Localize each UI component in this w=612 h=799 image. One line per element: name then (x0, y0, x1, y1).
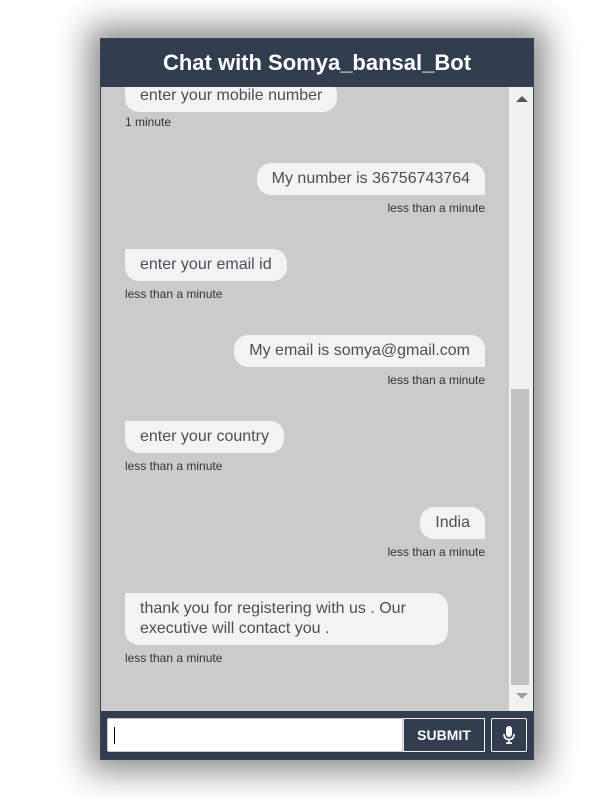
message-timestamp: less than a minute (387, 373, 485, 387)
bot-message: enter your country (125, 421, 284, 453)
text-caret (114, 727, 115, 744)
message-timestamp: less than a minute (125, 459, 223, 473)
user-message: India (420, 507, 485, 539)
message-bubble: enter your mobile number (125, 87, 338, 112)
message-list: enter your mobile number 1 minute My num… (101, 87, 509, 711)
message-input[interactable] (107, 718, 403, 752)
user-message: My email is somya@gmail.com (234, 335, 485, 367)
input-bar: SUBMIT (101, 711, 533, 759)
message-scrollbar[interactable] (509, 87, 533, 711)
message-timestamp: less than a minute (125, 651, 223, 665)
chat-title: Chat with Somya_bansal_Bot (162, 50, 472, 75)
message-bubble: enter your country (125, 421, 284, 453)
message-bubble: My number is 36756743764 (256, 163, 485, 195)
scroll-down-arrow-icon[interactable] (516, 693, 528, 699)
bot-message: enter your mobile number (125, 87, 338, 112)
submit-button[interactable]: SUBMIT (403, 718, 485, 752)
message-timestamp: less than a minute (387, 201, 485, 215)
message-bubble: thank you for registering with us . Our … (125, 593, 448, 645)
user-message: My number is 36756743764 (256, 163, 485, 195)
chat-window: Chat with Somya_bansal_Bot enter your mo… (100, 38, 534, 760)
scrollbar-thumb[interactable] (511, 389, 529, 685)
message-timestamp: less than a minute (387, 545, 485, 559)
microphone-icon (503, 726, 515, 744)
message-bubble: enter your email id (125, 249, 287, 281)
message-bubble: India (420, 507, 485, 539)
mic-button[interactable] (491, 718, 527, 752)
chat-header: Chat with Somya_bansal_Bot (101, 39, 533, 87)
message-bubble: My email is somya@gmail.com (234, 335, 485, 367)
bot-message: thank you for registering with us . Our … (125, 593, 448, 645)
scroll-up-arrow-icon[interactable] (516, 96, 528, 102)
bot-message: enter your email id (125, 249, 287, 281)
message-timestamp: 1 minute (125, 115, 172, 129)
message-timestamp: less than a minute (125, 287, 223, 301)
